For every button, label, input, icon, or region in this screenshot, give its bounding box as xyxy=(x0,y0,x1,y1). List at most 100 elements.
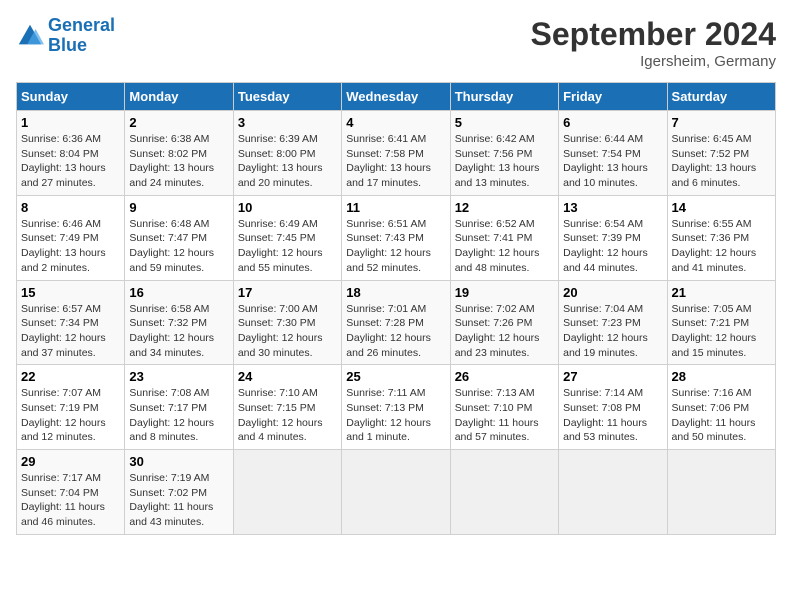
day-details: Sunrise: 7:19 AMSunset: 7:02 PMDaylight:… xyxy=(129,471,228,530)
table-row: 19 Sunrise: 7:02 AMSunset: 7:26 PMDaylig… xyxy=(450,280,558,365)
logo: General Blue xyxy=(16,16,115,56)
table-row: 3 Sunrise: 6:39 AMSunset: 8:00 PMDayligh… xyxy=(233,111,341,196)
day-number: 29 xyxy=(21,454,120,469)
table-row: 15 Sunrise: 6:57 AMSunset: 7:34 PMDaylig… xyxy=(17,280,125,365)
table-row: 29 Sunrise: 7:17 AMSunset: 7:04 PMDaylig… xyxy=(17,450,125,535)
day-details: Sunrise: 7:10 AMSunset: 7:15 PMDaylight:… xyxy=(238,386,337,445)
day-number: 18 xyxy=(346,285,445,300)
day-number: 23 xyxy=(129,369,228,384)
day-details: Sunrise: 6:48 AMSunset: 7:47 PMDaylight:… xyxy=(129,217,228,276)
day-details: Sunrise: 6:58 AMSunset: 7:32 PMDaylight:… xyxy=(129,302,228,361)
day-number: 24 xyxy=(238,369,337,384)
day-number: 25 xyxy=(346,369,445,384)
day-details: Sunrise: 7:11 AMSunset: 7:13 PMDaylight:… xyxy=(346,386,445,445)
col-thursday: Thursday xyxy=(450,83,558,111)
day-details: Sunrise: 6:45 AMSunset: 7:52 PMDaylight:… xyxy=(672,132,771,191)
day-details: Sunrise: 7:02 AMSunset: 7:26 PMDaylight:… xyxy=(455,302,554,361)
day-details: Sunrise: 7:14 AMSunset: 7:08 PMDaylight:… xyxy=(563,386,662,445)
col-tuesday: Tuesday xyxy=(233,83,341,111)
day-number: 14 xyxy=(672,200,771,215)
day-details: Sunrise: 6:41 AMSunset: 7:58 PMDaylight:… xyxy=(346,132,445,191)
col-wednesday: Wednesday xyxy=(342,83,450,111)
col-saturday: Saturday xyxy=(667,83,775,111)
day-number: 5 xyxy=(455,115,554,130)
table-row: 26 Sunrise: 7:13 AMSunset: 7:10 PMDaylig… xyxy=(450,365,558,450)
table-row: 22 Sunrise: 7:07 AMSunset: 7:19 PMDaylig… xyxy=(17,365,125,450)
day-details: Sunrise: 7:13 AMSunset: 7:10 PMDaylight:… xyxy=(455,386,554,445)
day-details: Sunrise: 7:17 AMSunset: 7:04 PMDaylight:… xyxy=(21,471,120,530)
day-number: 16 xyxy=(129,285,228,300)
table-row: 21 Sunrise: 7:05 AMSunset: 7:21 PMDaylig… xyxy=(667,280,775,365)
table-row: 5 Sunrise: 6:42 AMSunset: 7:56 PMDayligh… xyxy=(450,111,558,196)
day-number: 10 xyxy=(238,200,337,215)
table-row: 17 Sunrise: 7:00 AMSunset: 7:30 PMDaylig… xyxy=(233,280,341,365)
day-details: Sunrise: 6:55 AMSunset: 7:36 PMDaylight:… xyxy=(672,217,771,276)
table-row: 7 Sunrise: 6:45 AMSunset: 7:52 PMDayligh… xyxy=(667,111,775,196)
table-row: 8 Sunrise: 6:46 AMSunset: 7:49 PMDayligh… xyxy=(17,195,125,280)
table-row: 12 Sunrise: 6:52 AMSunset: 7:41 PMDaylig… xyxy=(450,195,558,280)
table-row xyxy=(450,450,558,535)
day-number: 26 xyxy=(455,369,554,384)
day-details: Sunrise: 6:42 AMSunset: 7:56 PMDaylight:… xyxy=(455,132,554,191)
day-number: 13 xyxy=(563,200,662,215)
table-row: 11 Sunrise: 6:51 AMSunset: 7:43 PMDaylig… xyxy=(342,195,450,280)
day-number: 19 xyxy=(455,285,554,300)
day-details: Sunrise: 7:08 AMSunset: 7:17 PMDaylight:… xyxy=(129,386,228,445)
logo-general: General xyxy=(48,15,115,35)
table-row: 14 Sunrise: 6:55 AMSunset: 7:36 PMDaylig… xyxy=(667,195,775,280)
day-number: 7 xyxy=(672,115,771,130)
day-details: Sunrise: 6:54 AMSunset: 7:39 PMDaylight:… xyxy=(563,217,662,276)
day-number: 28 xyxy=(672,369,771,384)
table-row: 25 Sunrise: 7:11 AMSunset: 7:13 PMDaylig… xyxy=(342,365,450,450)
day-details: Sunrise: 6:36 AMSunset: 8:04 PMDaylight:… xyxy=(21,132,120,191)
location: Igersheim, Germany xyxy=(531,53,776,70)
day-details: Sunrise: 7:16 AMSunset: 7:06 PMDaylight:… xyxy=(672,386,771,445)
day-number: 4 xyxy=(346,115,445,130)
logo-text: General Blue xyxy=(48,16,115,56)
col-monday: Monday xyxy=(125,83,233,111)
day-details: Sunrise: 6:44 AMSunset: 7:54 PMDaylight:… xyxy=(563,132,662,191)
day-number: 3 xyxy=(238,115,337,130)
table-row xyxy=(233,450,341,535)
header-row: Sunday Monday Tuesday Wednesday Thursday… xyxy=(17,83,776,111)
day-number: 27 xyxy=(563,369,662,384)
table-row: 30 Sunrise: 7:19 AMSunset: 7:02 PMDaylig… xyxy=(125,450,233,535)
logo-blue: Blue xyxy=(48,35,87,55)
day-details: Sunrise: 7:00 AMSunset: 7:30 PMDaylight:… xyxy=(238,302,337,361)
table-row xyxy=(667,450,775,535)
day-number: 6 xyxy=(563,115,662,130)
day-details: Sunrise: 6:51 AMSunset: 7:43 PMDaylight:… xyxy=(346,217,445,276)
day-details: Sunrise: 7:05 AMSunset: 7:21 PMDaylight:… xyxy=(672,302,771,361)
col-friday: Friday xyxy=(559,83,667,111)
table-row: 2 Sunrise: 6:38 AMSunset: 8:02 PMDayligh… xyxy=(125,111,233,196)
logo-icon xyxy=(16,22,44,50)
day-number: 20 xyxy=(563,285,662,300)
title-block: September 2024 Igersheim, Germany xyxy=(531,16,776,70)
day-number: 21 xyxy=(672,285,771,300)
table-row: 13 Sunrise: 6:54 AMSunset: 7:39 PMDaylig… xyxy=(559,195,667,280)
table-row: 6 Sunrise: 6:44 AMSunset: 7:54 PMDayligh… xyxy=(559,111,667,196)
day-details: Sunrise: 6:57 AMSunset: 7:34 PMDaylight:… xyxy=(21,302,120,361)
month-title: September 2024 xyxy=(531,16,776,53)
col-sunday: Sunday xyxy=(17,83,125,111)
page-header: General Blue September 2024 Igersheim, G… xyxy=(16,16,776,70)
day-number: 8 xyxy=(21,200,120,215)
day-number: 9 xyxy=(129,200,228,215)
day-number: 12 xyxy=(455,200,554,215)
table-row xyxy=(559,450,667,535)
day-number: 2 xyxy=(129,115,228,130)
day-details: Sunrise: 6:39 AMSunset: 8:00 PMDaylight:… xyxy=(238,132,337,191)
table-row: 24 Sunrise: 7:10 AMSunset: 7:15 PMDaylig… xyxy=(233,365,341,450)
table-row: 16 Sunrise: 6:58 AMSunset: 7:32 PMDaylig… xyxy=(125,280,233,365)
day-details: Sunrise: 6:52 AMSunset: 7:41 PMDaylight:… xyxy=(455,217,554,276)
table-row: 9 Sunrise: 6:48 AMSunset: 7:47 PMDayligh… xyxy=(125,195,233,280)
day-details: Sunrise: 7:01 AMSunset: 7:28 PMDaylight:… xyxy=(346,302,445,361)
table-row: 20 Sunrise: 7:04 AMSunset: 7:23 PMDaylig… xyxy=(559,280,667,365)
day-number: 11 xyxy=(346,200,445,215)
table-row: 1 Sunrise: 6:36 AMSunset: 8:04 PMDayligh… xyxy=(17,111,125,196)
table-row: 4 Sunrise: 6:41 AMSunset: 7:58 PMDayligh… xyxy=(342,111,450,196)
day-details: Sunrise: 7:07 AMSunset: 7:19 PMDaylight:… xyxy=(21,386,120,445)
table-row: 23 Sunrise: 7:08 AMSunset: 7:17 PMDaylig… xyxy=(125,365,233,450)
day-number: 1 xyxy=(21,115,120,130)
table-row: 10 Sunrise: 6:49 AMSunset: 7:45 PMDaylig… xyxy=(233,195,341,280)
